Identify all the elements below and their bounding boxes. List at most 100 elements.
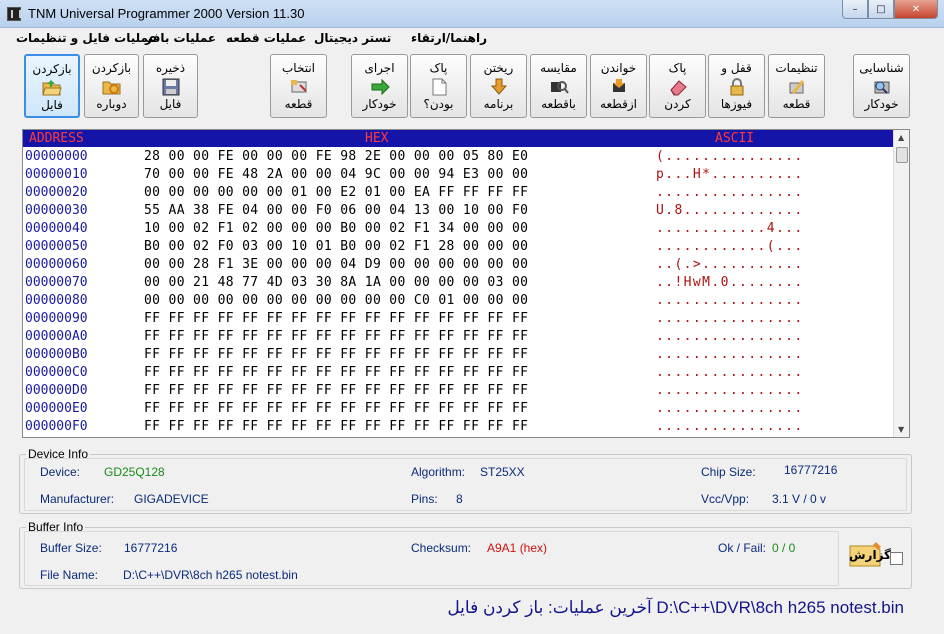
program-button[interactable]: ریختن برنامه — [470, 54, 527, 118]
hex-row[interactable]: 000000D0 FF FF FF FF FF FF FF FF FF FF FF… — [23, 382, 894, 400]
hex-row-address: 000000F0 — [25, 419, 88, 434]
hex-row-bytes[interactable]: 00 00 28 F1 3E 00 00 00 04 D9 00 00 00 0… — [144, 257, 528, 272]
verify-button[interactable]: مقایسه باقطعه — [530, 54, 587, 118]
hex-view[interactable]: ADDRESS HEX ASCII 00000000 28 00 00 FE 00… — [22, 129, 910, 438]
hex-row[interactable]: 00000030 55 AA 38 FE 04 00 00 F0 06 00 04… — [23, 202, 894, 220]
hex-row-bytes[interactable]: FF FF FF FF FF FF FF FF FF FF FF FF FF F… — [144, 401, 528, 416]
report-button[interactable]: گزارش — [846, 540, 891, 570]
hex-row[interactable]: 00000070 00 00 21 48 77 4D 03 30 8A 1A 00… — [23, 274, 894, 292]
verify-label-2: باقطعه — [541, 97, 576, 111]
hex-row[interactable]: 000000F0 FF FF FF FF FF FF FF FF FF FF FF… — [23, 418, 894, 436]
hex-row-bytes[interactable]: 55 AA 38 FE 04 00 00 F0 06 00 04 13 00 1… — [144, 203, 528, 218]
erase-button[interactable]: پاک کردن — [649, 54, 706, 118]
read-button[interactable]: خواندن ازقطعه — [590, 54, 647, 118]
hex-row-ascii[interactable]: ................ — [656, 185, 804, 200]
hex-row[interactable]: 000000B0 FF FF FF FF FF FF FF FF FF FF FF… — [23, 346, 894, 364]
hex-row[interactable]: 000000E0 FF FF FF FF FF FF FF FF FF FF FF… — [23, 400, 894, 418]
chip-settings-button[interactable]: تنظیمات قطعه — [768, 54, 825, 118]
open-folder-icon — [42, 80, 62, 96]
hex-row-ascii[interactable]: ................ — [656, 311, 804, 326]
hex-row[interactable]: 00000080 00 00 00 00 00 00 00 00 00 00 00… — [23, 292, 894, 310]
hex-row-ascii[interactable]: ..(.>........... — [656, 257, 804, 272]
blank-check-button[interactable]: پاک بودن؟ — [410, 54, 467, 118]
hex-row-ascii[interactable]: U.8............. — [656, 203, 804, 218]
read-label-1: خواندن — [600, 61, 637, 75]
ok-fail-label: Ok / Fail: — [718, 541, 767, 555]
hex-row-bytes[interactable]: FF FF FF FF FF FF FF FF FF FF FF FF FF F… — [144, 383, 528, 398]
hex-row-address: 00000080 — [25, 293, 88, 308]
auto-detect-label-2: خودکار — [864, 97, 899, 111]
hex-row-bytes[interactable]: 10 00 02 F1 02 00 00 00 B0 00 02 F1 34 0… — [144, 221, 528, 236]
hex-row-ascii[interactable]: (............... — [656, 149, 804, 164]
verify-label-1: مقایسه — [540, 61, 577, 75]
app-icon — [7, 7, 21, 21]
hex-row-bytes[interactable]: 00 00 00 00 00 00 01 00 E2 01 00 EA FF F… — [144, 185, 528, 200]
blank-check-label-1: پاک — [429, 61, 448, 75]
scroll-up-icon[interactable]: ▲ — [898, 133, 904, 142]
read-chip-icon — [612, 79, 625, 92]
hex-row-bytes[interactable]: FF FF FF FF FF FF FF FF FF FF FF FF FF F… — [144, 347, 528, 362]
hex-row-bytes[interactable]: 70 00 00 FE 48 2A 00 00 04 9C 00 00 94 E… — [144, 167, 528, 182]
auto-run-label-2: خودکار — [362, 97, 397, 111]
hex-row-ascii[interactable]: ............4... — [656, 221, 804, 236]
hex-row-ascii[interactable]: ..!HwM.0........ — [656, 275, 804, 290]
close-button[interactable]: ✕ — [894, 0, 938, 19]
hex-row-ascii[interactable]: ................ — [656, 383, 804, 398]
report-label: گزارش — [849, 548, 892, 562]
scroll-thumb[interactable] — [896, 147, 908, 163]
hex-row-ascii[interactable]: ................ — [656, 293, 804, 308]
report-checkbox[interactable] — [890, 552, 903, 565]
menu-digital-tester[interactable]: تستر دیجیتال — [314, 31, 391, 45]
auto-run-label-1: اجرای — [364, 61, 395, 75]
hex-row[interactable]: 00000050 B0 00 02 F0 03 00 10 01 B0 00 02… — [23, 238, 894, 256]
hex-row-ascii[interactable]: ................ — [656, 401, 804, 416]
hex-row-bytes[interactable]: FF FF FF FF FF FF FF FF FF FF FF FF FF F… — [144, 311, 528, 326]
auto-detect-button[interactable]: شناسایی خودکار — [853, 54, 910, 118]
auto-detect-label-1: شناسایی — [859, 61, 904, 75]
hex-row[interactable]: 00000090 FF FF FF FF FF FF FF FF FF FF FF… — [23, 310, 894, 328]
hex-row-bytes[interactable]: B0 00 02 F0 03 00 10 01 B0 00 02 F1 28 0… — [144, 239, 528, 254]
scroll-down-icon[interactable]: ▼ — [898, 425, 904, 434]
menu-file-settings[interactable]: عملیات فایل و تنظیمات — [16, 31, 157, 45]
save-file-label-2: فایل — [159, 97, 182, 111]
hex-row[interactable]: 00000000 28 00 00 FE 00 00 00 FE 98 2E 00… — [23, 148, 894, 166]
auto-run-button[interactable]: اجرای خودکار — [351, 54, 408, 118]
chip-settings-label-2: قطعه — [782, 97, 811, 111]
minimize-button[interactable]: – — [842, 0, 868, 19]
hex-row-ascii[interactable]: ................ — [656, 419, 804, 434]
menu-chip-operations[interactable]: عملیات قطعه — [226, 31, 306, 45]
hex-row-address: 000000C0 — [25, 365, 88, 380]
algorithm-label: Algorithm: — [411, 465, 466, 479]
hex-row[interactable]: 000000C0 FF FF FF FF FF FF FF FF FF FF FF… — [23, 364, 894, 382]
hex-row-ascii[interactable]: ................ — [656, 365, 804, 380]
lock-fuses-button[interactable]: قفل و فیوزها — [708, 54, 765, 118]
hex-row-bytes[interactable]: FF FF FF FF FF FF FF FF FF FF FF FF FF F… — [144, 329, 528, 344]
select-chip-button[interactable]: انتخاب قطعه — [270, 54, 327, 118]
hex-row[interactable]: 00000020 00 00 00 00 00 00 01 00 E2 01 00… — [23, 184, 894, 202]
hex-row-bytes[interactable]: 00 00 00 00 00 00 00 00 00 00 00 C0 01 0… — [144, 293, 528, 308]
hex-row-address: 00000000 — [25, 149, 88, 164]
hex-row-bytes[interactable]: 00 00 21 48 77 4D 03 30 8A 1A 00 00 00 0… — [144, 275, 528, 290]
hex-row[interactable]: 00000060 00 00 28 F1 3E 00 00 00 04 D9 00… — [23, 256, 894, 274]
chip-settings-label-1: تنظیمات — [775, 61, 818, 75]
hex-row-bytes[interactable]: FF FF FF FF FF FF FF FF FF FF FF FF FF F… — [144, 419, 528, 434]
hex-row-ascii[interactable]: ............(... — [656, 239, 804, 254]
hex-row-bytes[interactable]: 28 00 00 FE 00 00 00 FE 98 2E 00 00 00 0… — [144, 149, 528, 164]
reopen-label-2: دوباره — [96, 97, 127, 111]
hex-row-ascii[interactable]: ................ — [656, 347, 804, 362]
hex-row-ascii[interactable]: p...H*.......... — [656, 167, 804, 182]
open-file-button[interactable]: بازکردن فایل — [24, 54, 80, 118]
menu-help-upgrade[interactable]: راهنما/ارتقاء — [411, 31, 487, 45]
vertical-scrollbar[interactable]: ▲ ▼ — [893, 130, 909, 437]
maximize-button[interactable]: □ — [868, 0, 894, 19]
reopen-button[interactable]: بازکردن دوباره — [84, 54, 139, 118]
address-column-header: ADDRESS — [29, 131, 84, 146]
manufacturer-label: Manufacturer: — [40, 492, 115, 506]
hex-row-ascii[interactable]: ................ — [656, 329, 804, 344]
hex-row[interactable]: 000000A0 FF FF FF FF FF FF FF FF FF FF FF… — [23, 328, 894, 346]
save-file-button[interactable]: ذخیره فایل — [143, 54, 198, 118]
hex-row[interactable]: 00000040 10 00 02 F1 02 00 00 00 B0 00 02… — [23, 220, 894, 238]
open-file-label-1: بازکردن — [32, 62, 72, 76]
hex-row-bytes[interactable]: FF FF FF FF FF FF FF FF FF FF FF FF FF F… — [144, 365, 528, 380]
hex-row[interactable]: 00000010 70 00 00 FE 48 2A 00 00 04 9C 00… — [23, 166, 894, 184]
